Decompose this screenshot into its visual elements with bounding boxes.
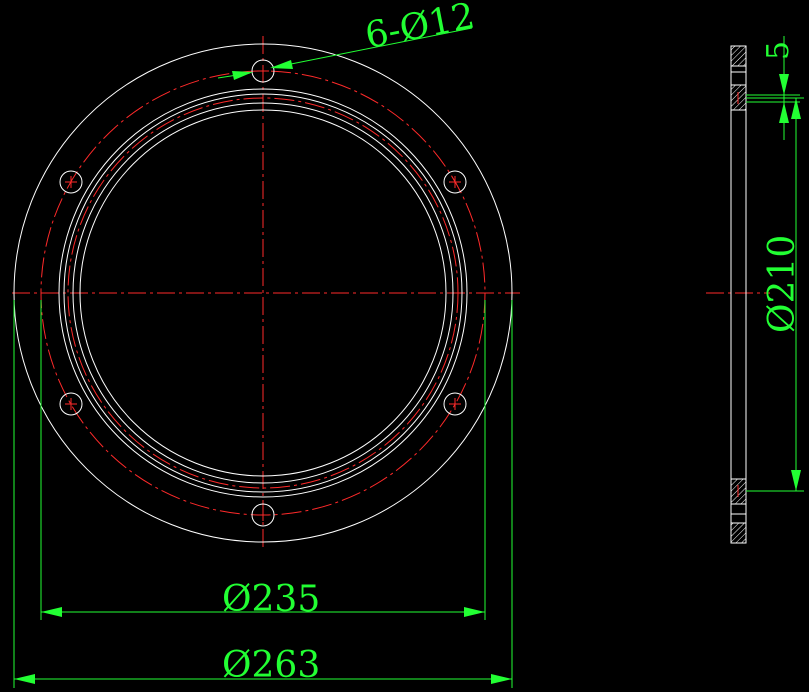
cad-drawing-canvas: 6-Ø12 Ø235 Ø263 5 Ø210 [0,0,809,692]
front-view: 6-Ø12 Ø235 Ø263 [12,0,520,688]
hole-callout-leader: 6-Ø12 [217,0,478,80]
side-plate-outline [730,45,747,544]
side-hatch-bottom [730,522,747,544]
thickness-dimension-text: 5 [761,41,796,60]
flange-drawing: 6-Ø12 Ø235 Ø263 5 Ø210 [12,0,804,688]
inner-diameter-dimension-text: Ø210 [762,235,803,333]
thickness-dimension: 5 [746,36,800,140]
bolt-circle-dimension-text: Ø235 [222,579,320,620]
side-view: 5 Ø210 [706,36,804,544]
side-hatch-top [730,45,747,67]
outer-diameter-dimension-text: Ø263 [222,645,320,686]
inner-diameter-dimension: Ø210 [746,97,804,492]
hole-callout-text: 6-Ø12 [362,0,478,57]
